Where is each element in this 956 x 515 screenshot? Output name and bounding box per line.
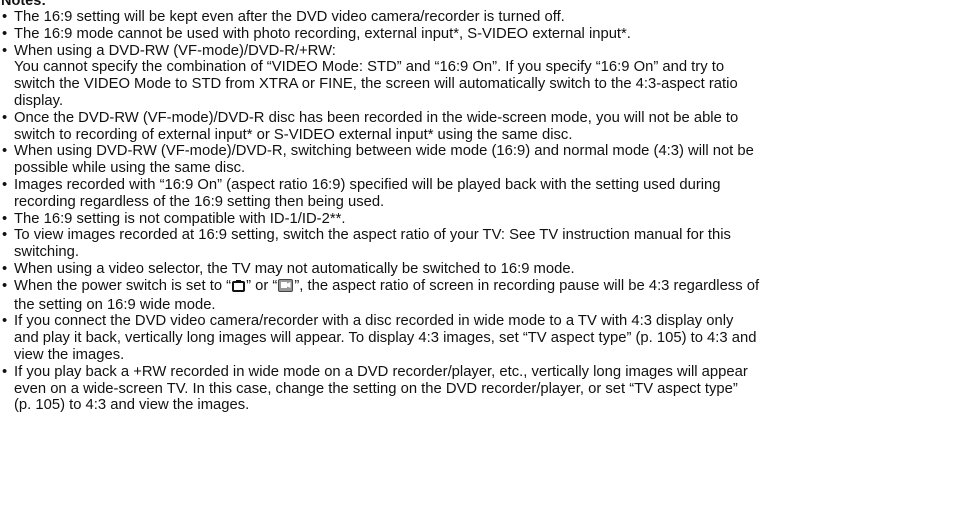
note-item: • When the power switch is set to “ ” or … [0, 278, 956, 314]
camera-icon [232, 279, 246, 297]
note-item: • If you play back a +RW recorded in wid… [0, 364, 956, 414]
bullet: • [2, 109, 8, 126]
note-line: (p. 105) to 4:3 and view the images. [14, 397, 250, 414]
note-line: display. [14, 92, 64, 109]
note-item: • To view images recorded at 16:9 settin… [0, 227, 956, 261]
note-text: ” or “ [246, 277, 278, 294]
notes-page: Notes: • The 16:9 setting will be kept e… [0, 0, 956, 515]
bullet: • [2, 277, 8, 294]
note-item: • If you connect the DVD video camera/re… [0, 313, 956, 363]
note-line: The 16:9 setting is not compatible with … [14, 210, 346, 227]
note-line: The 16:9 setting will be kept even after… [14, 9, 565, 25]
note-line: You cannot specify the combination of “V… [14, 59, 725, 76]
bullet: • [2, 227, 8, 244]
bullet: • [2, 9, 8, 25]
note-line: switch the VIDEO Mode to STD from XTRA o… [14, 76, 738, 93]
bullet: • [2, 143, 8, 160]
bullet: • [2, 176, 8, 193]
bullet: • [2, 25, 8, 42]
note-item: • The 16:9 mode cannot be used with phot… [0, 26, 956, 43]
note-line: and play it back, vertically long images… [14, 330, 757, 347]
note-line: When the power switch is set to “ ” or “ ”… [14, 278, 956, 297]
note-item: • Once the DVD-RW (VF-mode)/DVD-R disc h… [0, 110, 956, 144]
note-text: ”, the aspect ratio of screen in recordi… [294, 277, 760, 294]
notes-list: • The 16:9 setting will be kept even aft… [0, 9, 956, 414]
note-line: Images recorded with “16:9 On” (aspect r… [14, 176, 721, 193]
note-line: the setting on 16:9 wide mode. [14, 296, 216, 313]
bullet: • [2, 210, 8, 227]
note-item: • The 16:9 setting will be kept even aft… [0, 9, 956, 26]
note-line: Once the DVD-RW (VF-mode)/DVD-R disc has… [14, 109, 739, 126]
note-text: When the power switch is set to “ [14, 277, 232, 294]
note-line: If you connect the DVD video camera/reco… [14, 313, 734, 330]
note-line: If you play back a +RW recorded in wide … [14, 363, 748, 380]
bullet: • [2, 260, 8, 277]
note-item: • When using a video selector, the TV ma… [0, 261, 956, 278]
note-line: When using a DVD-RW (VF-mode)/DVD-R/+RW: [14, 42, 336, 59]
note-line: To view images recorded at 16:9 setting,… [14, 227, 731, 244]
note-line: When using DVD-RW (VF-mode)/DVD-R, switc… [14, 143, 754, 160]
note-line: view the images. [14, 346, 125, 363]
bullet: • [2, 363, 8, 380]
bullet: • [2, 42, 8, 59]
note-line: even on a wide-screen TV. In this case, … [14, 380, 738, 397]
bullet: • [2, 313, 8, 330]
note-item: • When using a DVD-RW (VF-mode)/DVD-R/+R… [0, 43, 956, 110]
note-line: When using a video selector, the TV may … [14, 260, 575, 277]
video-mode-icon [278, 278, 294, 297]
note-line: possible while using the same disc. [14, 160, 246, 177]
note-item: • When using DVD-RW (VF-mode)/DVD-R, swi… [0, 143, 956, 177]
note-line: switching. [14, 244, 79, 261]
note-line: The 16:9 mode cannot be used with photo … [14, 25, 631, 42]
note-item: • Images recorded with “16:9 On” (aspect… [0, 177, 956, 211]
note-line: switch to recording of external input* o… [14, 126, 573, 143]
note-line: recording regardless of the 16:9 setting… [14, 193, 385, 210]
notes-heading: Notes: [1, 0, 47, 9]
note-item: • The 16:9 setting is not compatible wit… [0, 211, 956, 228]
